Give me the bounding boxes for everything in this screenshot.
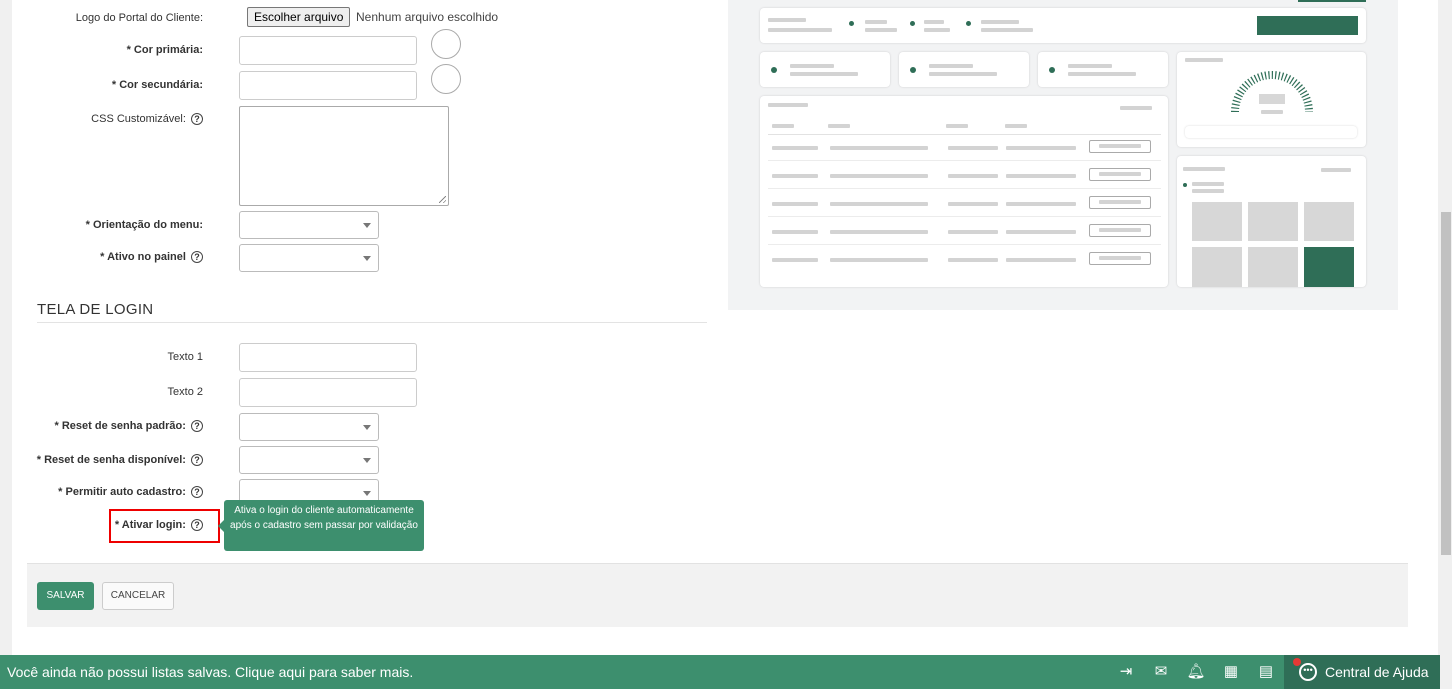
collapse-icon[interactable]: ⇥: [1116, 663, 1136, 681]
placeholder-bar: [830, 230, 928, 234]
primary-color-swatch[interactable]: [431, 29, 461, 59]
chevron-down-icon: [363, 223, 371, 228]
placeholder-bar: [772, 174, 818, 178]
help-center-button[interactable]: ••• Central de Ajuda: [1284, 655, 1440, 689]
text2-label: Texto 2: [167, 386, 203, 398]
calculator-icon[interactable]: ▤: [1256, 663, 1276, 681]
notification-dot: [1293, 658, 1301, 666]
preview-row-button: [1089, 224, 1151, 237]
preview-gauge-card: [1177, 52, 1366, 147]
preview-header: [760, 8, 1366, 43]
section-divider: [37, 322, 707, 323]
placeholder-bar: [830, 174, 928, 178]
placeholder-bar: [948, 174, 998, 178]
placeholder-bar: [772, 258, 818, 262]
panel-active-select[interactable]: [239, 244, 379, 272]
save-button[interactable]: SALVAR: [37, 582, 94, 610]
chevron-down-icon: [363, 458, 371, 463]
text1-input[interactable]: [239, 343, 417, 372]
custom-css-textarea[interactable]: [239, 106, 449, 206]
placeholder-bar: [830, 202, 928, 206]
placeholder-bar: [772, 202, 818, 206]
placeholder-bar: [830, 258, 928, 262]
placeholder-bar: [1099, 144, 1141, 148]
preview-table-card: [760, 96, 1168, 287]
menu-orientation-label: * Orientação do menu:: [85, 219, 203, 231]
placeholder-bar: [1099, 228, 1141, 232]
placeholder-bar: [1006, 230, 1076, 234]
placeholder-bar: [1006, 146, 1076, 150]
self-signup-label: * Permitir auto cadastro: ?: [58, 486, 203, 499]
chat-icon: •••: [1299, 663, 1317, 681]
preview-stat-card: [760, 52, 890, 87]
secondary-color-input[interactable]: [239, 71, 417, 100]
file-status-text: Nenhum arquivo escolhido: [356, 10, 499, 24]
reset-default-label: * Reset de senha padrão: ?: [55, 420, 203, 433]
row-divider: [768, 188, 1161, 189]
placeholder-bar: [948, 230, 998, 234]
placeholder-bar: [1006, 258, 1076, 262]
placeholder-bar: [830, 146, 928, 150]
preview-gallery-card: [1177, 156, 1366, 287]
preview-stat-card: [899, 52, 1029, 87]
preview-stat-card: [1038, 52, 1168, 87]
help-icon[interactable]: ?: [191, 454, 203, 467]
preview-row-button: [1089, 140, 1151, 153]
reset-available-label: * Reset de senha disponível: ?: [37, 454, 203, 467]
calendar-icon[interactable]: ▦: [1221, 663, 1241, 681]
scrollbar-thumb[interactable]: [1441, 212, 1451, 555]
placeholder-bar: [948, 258, 998, 262]
footer-bar: Você ainda não possui listas salvas. Cli…: [0, 655, 1440, 689]
row-divider: [768, 216, 1161, 217]
row-divider: [768, 160, 1161, 161]
help-icon[interactable]: ?: [191, 486, 203, 499]
login-section-title: TELA DE LOGIN: [37, 301, 154, 318]
text1-label: Texto 1: [167, 351, 203, 363]
help-icon[interactable]: ?: [191, 420, 203, 433]
chevron-down-icon: [363, 256, 371, 261]
activate-login-tooltip: Ativa o login do cliente automaticamente…: [218, 500, 424, 551]
cancel-button[interactable]: CANCELAR: [102, 582, 174, 610]
menu-orientation-select[interactable]: [239, 211, 379, 239]
text2-input[interactable]: [239, 378, 417, 407]
secondary-color-label: * Cor secundária:: [111, 79, 203, 91]
chevron-down-icon: [363, 425, 371, 430]
preview-row-button: [1089, 252, 1151, 265]
reset-available-select[interactable]: [239, 446, 379, 474]
placeholder-bar: [1006, 174, 1076, 178]
placeholder-bar: [948, 202, 998, 206]
preview-select: [1185, 126, 1357, 138]
preview-row-button: [1089, 168, 1151, 181]
highlight-box: [109, 509, 220, 543]
chevron-down-icon: [363, 491, 371, 496]
panel-active-label: * Ativo no painel ?: [100, 251, 203, 264]
placeholder-bar: [772, 230, 818, 234]
primary-color-label: * Cor primária:: [126, 44, 203, 56]
placeholder-bar: [772, 146, 818, 150]
placeholder-bar: [1006, 202, 1076, 206]
placeholder-bar: [1099, 172, 1141, 176]
placeholder-bar: [1099, 256, 1141, 260]
help-icon[interactable]: ?: [191, 113, 203, 126]
css-label: CSS Customizável: ?: [91, 113, 203, 126]
preview-row-button: [1089, 196, 1151, 209]
choose-file-button[interactable]: Escolher arquivo: [247, 7, 351, 27]
mail-star-icon[interactable]: ✉: [1151, 663, 1171, 681]
portal-preview: [728, 0, 1398, 310]
resize-grip-icon[interactable]: [439, 196, 446, 203]
placeholder-bar: [1099, 200, 1141, 204]
action-bar: SALVAR CANCELAR: [27, 563, 1408, 627]
reset-default-select[interactable]: [239, 413, 379, 441]
logo-label: Logo do Portal do Cliente:: [75, 12, 203, 24]
row-divider: [768, 244, 1161, 245]
placeholder-bar: [948, 146, 998, 150]
help-icon[interactable]: ?: [191, 251, 203, 264]
page-content: Logo do Portal do Cliente: Escolher arqu…: [12, 0, 1438, 655]
bell-icon[interactable]: 🔔︎: [1186, 663, 1206, 681]
primary-color-input[interactable]: [239, 36, 417, 65]
saved-lists-message[interactable]: Você ainda não possui listas salvas. Cli…: [7, 664, 413, 680]
gauge-icon: [1231, 71, 1313, 113]
help-center-label: Central de Ajuda: [1325, 664, 1429, 680]
secondary-color-swatch[interactable]: [431, 64, 461, 94]
